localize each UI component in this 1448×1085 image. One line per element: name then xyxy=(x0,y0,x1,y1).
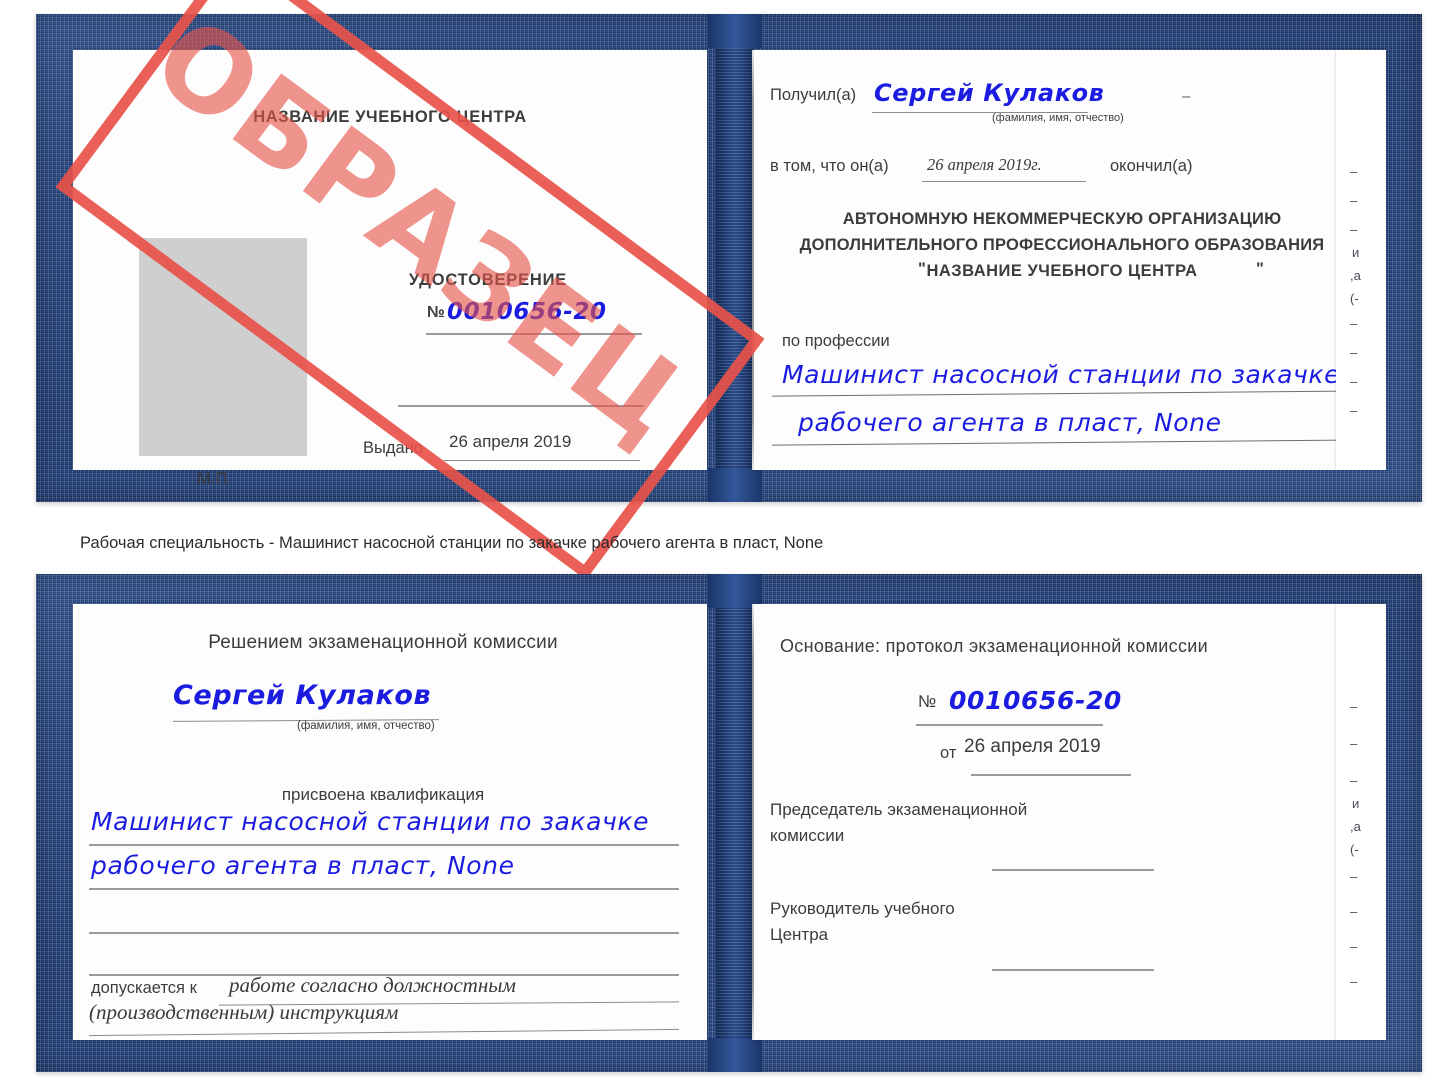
profession-label: по профессии xyxy=(782,332,890,350)
page-top-right: Получил(а) Сергей Кулаков (фамилия, имя,… xyxy=(752,50,1386,470)
certificate-spine-top xyxy=(716,14,754,502)
admitted-line-2: (производственным) инструкциям xyxy=(89,1000,399,1024)
org-line-1: АВТОНОМНУЮ НЕКОММЕРЧЕСКУЮ ОРГАНИЗАЦИЮ xyxy=(842,210,1282,228)
certificate-spine-bottom xyxy=(716,574,754,1072)
seal-label: М.П. xyxy=(197,470,232,488)
edge-glyph: – xyxy=(1350,193,1358,208)
spine-tab-bottom xyxy=(708,468,762,502)
edge-glyph: – xyxy=(1350,222,1358,237)
edge-glyph-column-top: – – – и ,а (- – – – – xyxy=(1342,164,1382,418)
edge-glyph: ,а xyxy=(1350,819,1361,834)
blank-rule-b1 xyxy=(89,932,679,934)
admitted-label: допускается к xyxy=(91,979,197,997)
edge-glyph: – xyxy=(1350,904,1358,919)
org-quote-close: " xyxy=(1256,260,1264,278)
head-line-2: Центра xyxy=(770,925,829,944)
qualification-label: присвоена квалификация xyxy=(281,785,485,804)
head-line-1: Руководитель учебного xyxy=(770,899,955,918)
qualification-line-1: Машинист насосной станции по закачке xyxy=(91,807,650,836)
profession-line-2: рабочего агента в пласт, None xyxy=(798,408,1222,437)
edge-glyph: – xyxy=(1350,699,1358,714)
edge-glyph: – xyxy=(1350,374,1358,389)
completion-date: 26 апреля 2019г. xyxy=(927,155,1042,174)
image-caption: Рабочая специальность - Машинист насосно… xyxy=(80,534,824,552)
qualification-rule-1 xyxy=(89,844,679,846)
photo-placeholder xyxy=(139,238,307,456)
spine-tab-top xyxy=(708,14,762,48)
edge-glyph: (- xyxy=(1350,842,1359,857)
fio-hint-bottom: (фамилия, имя, отчество) xyxy=(297,720,435,732)
name-value-bottom: Сергей Кулаков xyxy=(173,680,432,711)
qualification-line-2: рабочего агента в пласт, None xyxy=(91,851,515,880)
edge-glyph: ,а xyxy=(1350,268,1361,283)
profession-line-1: Машинист насосной станции по закачке xyxy=(782,360,1341,389)
number-label-left: № xyxy=(427,304,445,321)
edge-glyph: и xyxy=(1352,245,1360,260)
protocol-date-rule xyxy=(971,774,1131,776)
issued-value-left: 26 апреля 2019 xyxy=(449,432,572,451)
fio-hint-top: (фамилия, имя, отчество) xyxy=(992,112,1124,124)
protocol-number-value: 0010656-20 xyxy=(949,686,1122,715)
chairman-line-1: Председатель экзаменационной xyxy=(770,800,1028,819)
chairman-line-2: комиссии xyxy=(770,826,845,845)
edge-glyph-column-bottom: – – – и ,а (- – – – – xyxy=(1342,699,1382,989)
org-line-2: ДОПОЛНИТЕЛЬНОГО ПРОФЕССИОНАЛЬНОГО ОБРАЗО… xyxy=(799,236,1325,254)
issued-rule-left xyxy=(444,460,640,461)
number-value-left: 0010656-20 xyxy=(447,299,607,325)
certificate-top: НАЗВАНИЕ УЧЕБНОГО ЦЕНТРА УДОСТОВЕРЕНИЕ №… xyxy=(36,14,1422,502)
page-bottom-left: Решением экзаменационной комиссии Сергей… xyxy=(73,604,707,1040)
edge-glyph: – xyxy=(1350,345,1358,360)
edge-glyph: – xyxy=(1350,403,1358,418)
edge-glyph: – xyxy=(1350,736,1358,751)
admitted-line-1: работе согласно должностным xyxy=(229,973,516,997)
doc-title-left: УДОСТОВЕРЕНИЕ xyxy=(408,271,568,289)
blank-rule-left xyxy=(398,405,644,407)
certificate-bottom: Решением экзаменационной комиссии Сергей… xyxy=(36,574,1422,1072)
spine-tab-bottom-top xyxy=(708,574,762,608)
edge-glyph: – xyxy=(1350,773,1358,788)
edge-glyph: – xyxy=(1350,164,1358,179)
spine-tab-bottom-bottom xyxy=(708,1038,762,1072)
number-rule-left xyxy=(426,333,642,335)
edge-glyph: и xyxy=(1352,796,1360,811)
dash-mark-top: – xyxy=(1182,88,1191,105)
edge-glyph: (- xyxy=(1350,291,1359,306)
received-value: Сергей Кулаков xyxy=(874,79,1105,107)
qualification-rule-2 xyxy=(89,888,679,890)
org-line-3: НАЗВАНИЕ УЧЕБНОГО ЦЕНТРА xyxy=(926,262,1198,280)
that-he-label: в том, что он(а) xyxy=(770,157,889,175)
edge-glyph: – xyxy=(1350,316,1358,331)
head-signature-rule xyxy=(992,969,1154,971)
protocol-date-value: 26 апреля 2019 xyxy=(964,736,1101,757)
protocol-date-label: от xyxy=(940,744,957,762)
commission-heading: Решением экзаменационной комиссии xyxy=(208,632,558,653)
received-label: Получил(а) xyxy=(770,86,857,104)
completion-date-rule xyxy=(922,181,1086,182)
profession-rule-2 xyxy=(772,439,1372,446)
page-top-left: НАЗВАНИЕ УЧЕБНОГО ЦЕНТРА УДОСТОВЕРЕНИЕ №… xyxy=(73,50,707,488)
edge-glyph: – xyxy=(1350,939,1358,954)
basis-label: Основание: протокол экзаменационной коми… xyxy=(780,636,1208,656)
edge-glyph: – xyxy=(1350,869,1358,884)
chairman-signature-rule xyxy=(992,869,1154,871)
protocol-number-label: № xyxy=(918,692,937,711)
finished-label: окончил(а) xyxy=(1110,157,1193,175)
profession-rule-1 xyxy=(772,390,1372,397)
issued-label-left: Выдано xyxy=(363,439,423,457)
edge-glyph: – xyxy=(1350,974,1358,989)
page-gutter-bottom xyxy=(752,604,754,1040)
protocol-number-rule xyxy=(916,724,1103,726)
page-bottom-right: Основание: протокол экзаменационной коми… xyxy=(752,604,1386,1040)
page-gutter-top xyxy=(752,50,754,470)
admitted-rule-2 xyxy=(89,1028,679,1037)
org-title-left: НАЗВАНИЕ УЧЕБНОГО ЦЕНТРА xyxy=(253,108,527,126)
